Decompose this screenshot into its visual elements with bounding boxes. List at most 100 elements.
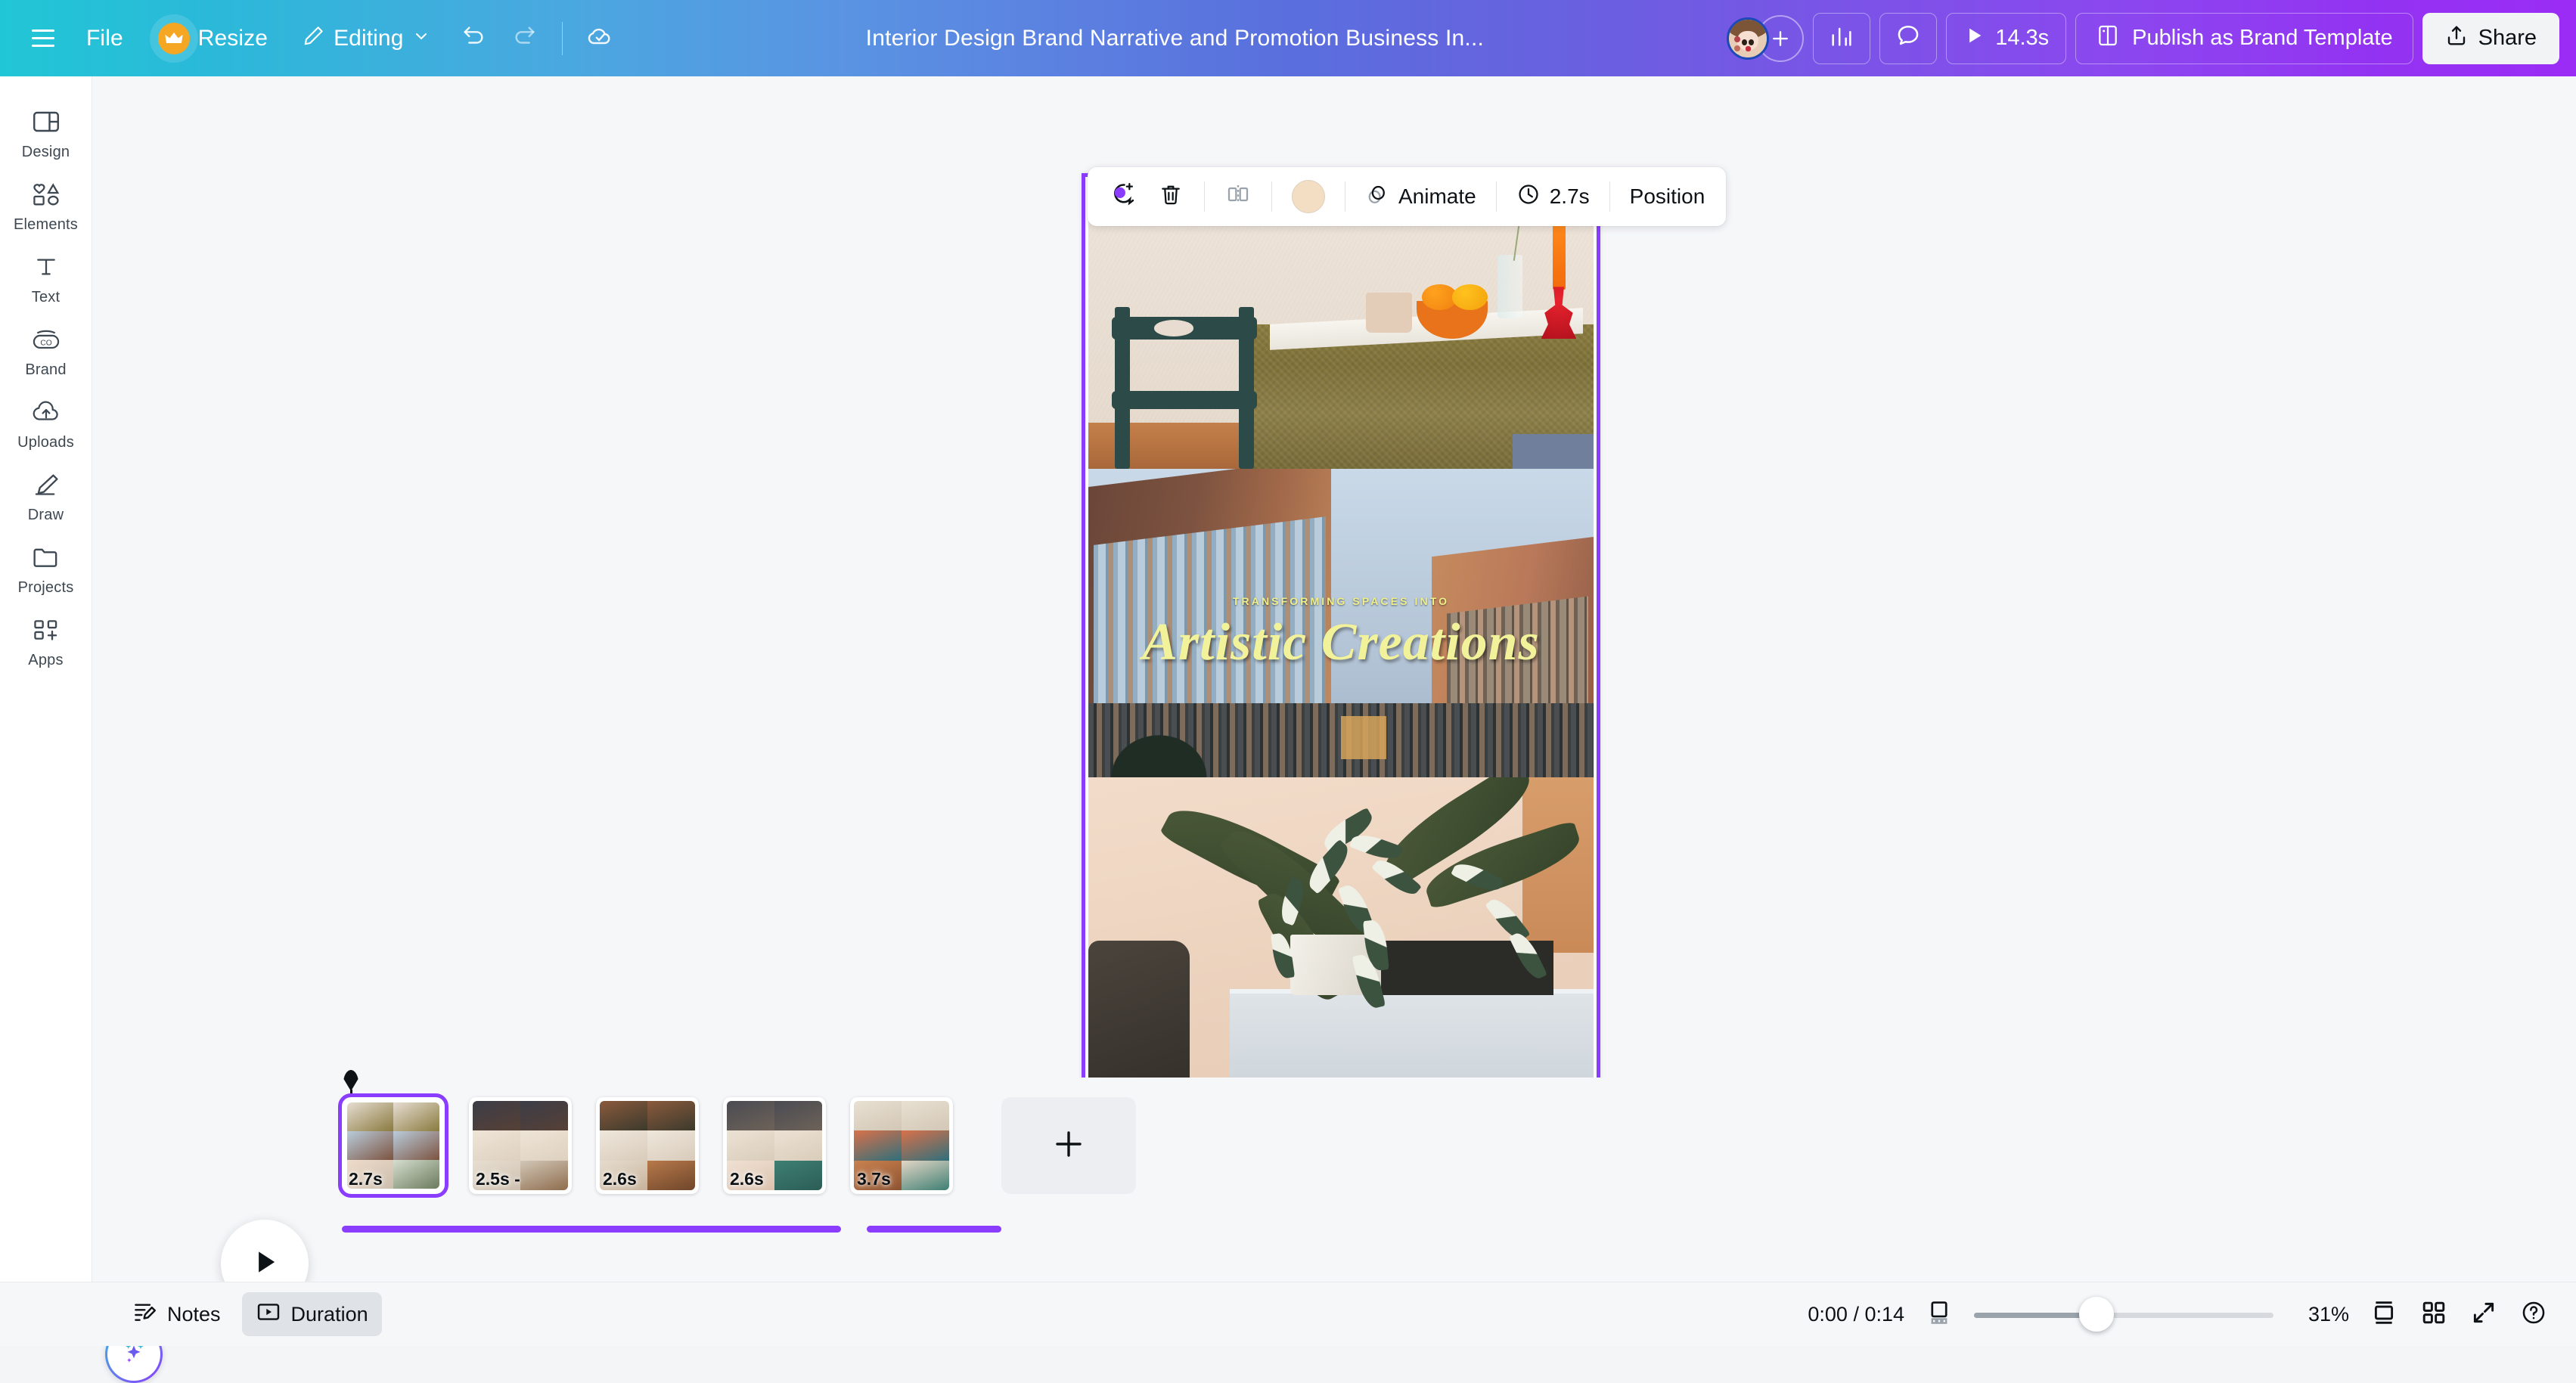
notes-label: Notes: [167, 1303, 221, 1326]
left-sidebar: Design Elements Text CO Brand: [0, 76, 92, 1346]
canvas-image-building-facade[interactable]: TRANSFORMING SPACES INTO Artistic Creati…: [1088, 469, 1594, 777]
zoom-slider[interactable]: [1974, 1304, 2273, 1324]
duration-icon: [256, 1301, 281, 1329]
audio-clip[interactable]: [867, 1226, 1001, 1233]
apps-grid-plus-icon: [29, 615, 63, 645]
canvas-page[interactable]: TRANSFORMING SPACES INTO Artistic Creati…: [1082, 173, 1600, 1087]
animate-icon: [1365, 182, 1389, 212]
scene-duration-label: 2.6s: [730, 1169, 764, 1189]
chevron-down-icon: [412, 26, 430, 51]
saved-status-button[interactable]: [576, 15, 623, 62]
sidebar-item-elements[interactable]: Elements: [3, 169, 89, 241]
sidebar-item-design[interactable]: Design: [3, 96, 89, 169]
insights-button[interactable]: [1813, 13, 1870, 64]
scene-duration-label: 2.7s: [349, 1169, 383, 1189]
header-center-group: Interior Design Brand Narrative and Prom…: [623, 17, 1727, 60]
undo-button[interactable]: [450, 15, 497, 62]
draw-pen-icon: [303, 24, 325, 53]
share-label: Share: [2478, 26, 2537, 51]
color-picker-button[interactable]: [1283, 174, 1334, 219]
redo-icon: [512, 23, 538, 53]
timeline-scene[interactable]: 2.6s: [596, 1097, 699, 1194]
audio-clip[interactable]: [342, 1226, 841, 1233]
sidebar-item-label: Brand: [25, 361, 66, 379]
clock-icon: [1516, 182, 1541, 212]
timeline-scene[interactable]: 2.6s: [723, 1097, 826, 1194]
bar-chart-icon: [1829, 23, 1854, 53]
playback-time: 0:00 / 0:14: [1808, 1303, 1904, 1326]
file-menu-button[interactable]: File: [71, 15, 138, 62]
comment-button[interactable]: [1879, 13, 1937, 64]
fullscreen-button[interactable]: [2469, 1300, 2499, 1329]
zoom-level-label: 31%: [2293, 1303, 2349, 1326]
bottom-bar: Notes Duration 0:00 / 0:14 31%: [0, 1282, 2576, 1346]
editing-mode-button[interactable]: Editing: [287, 15, 445, 62]
sidebar-item-label: Projects: [18, 579, 74, 597]
magic-edit-button[interactable]: [1100, 174, 1145, 219]
position-button[interactable]: Position: [1621, 174, 1715, 219]
play-icon: [249, 1246, 281, 1282]
sidebar-item-projects[interactable]: Projects: [3, 532, 89, 604]
duration-button[interactable]: Duration: [242, 1292, 382, 1336]
playhead-marker: [343, 1070, 358, 1091]
element-duration-button[interactable]: 2.7s: [1507, 174, 1599, 219]
toolbar-divider: [1496, 181, 1497, 212]
sidebar-item-label: Apps: [28, 652, 63, 669]
flip-icon: [1226, 182, 1250, 212]
add-page-button[interactable]: [1001, 1097, 1136, 1194]
animate-button[interactable]: Animate: [1356, 174, 1485, 219]
share-button[interactable]: Share: [2422, 13, 2559, 64]
sidebar-item-label: Draw: [28, 507, 64, 524]
hamburger-icon: [32, 29, 54, 47]
resize-button[interactable]: Resize: [143, 15, 283, 62]
magic-edit-icon: [1110, 181, 1135, 212]
timeline-scene[interactable]: 3.7s: [850, 1097, 953, 1194]
scene-duration-label: 2.6s: [603, 1169, 637, 1189]
timeline-scene[interactable]: 2.5s -: [469, 1097, 572, 1194]
design-icon: [29, 107, 63, 137]
duration-label: Duration: [291, 1303, 368, 1326]
position-label: Position: [1630, 185, 1705, 209]
comment-icon: [1895, 23, 1921, 53]
publish-brand-template-button[interactable]: Publish as Brand Template: [2075, 13, 2413, 64]
flip-button[interactable]: [1215, 174, 1261, 219]
play-icon: [1963, 25, 1985, 52]
top-header: File Resize Editing: [0, 0, 2576, 76]
help-icon: [2521, 1300, 2547, 1329]
uploads-cloud-icon: [29, 397, 63, 427]
help-button[interactable]: [2519, 1300, 2549, 1329]
element-toolbar: Animate 2.7s Position: [1088, 167, 1726, 226]
toolbar-divider: [1271, 181, 1272, 212]
file-menu-label: File: [86, 26, 123, 51]
sidebar-item-text[interactable]: Text: [3, 241, 89, 314]
notes-icon: [133, 1301, 157, 1329]
grid-view-button[interactable]: [2419, 1300, 2449, 1329]
sidebar-item-uploads[interactable]: Uploads: [3, 386, 89, 459]
share-upload-icon: [2445, 24, 2468, 53]
zoom-slider-handle[interactable]: [2079, 1297, 2114, 1332]
sidebar-item-draw[interactable]: Draw: [3, 459, 89, 532]
editor-workspace: Animate 2.7s Position: [92, 76, 2576, 1346]
sidebar-item-apps[interactable]: Apps: [3, 604, 89, 677]
projects-folder-icon: [29, 542, 63, 572]
avatar[interactable]: [1727, 17, 1769, 60]
fit-page-icon: [1927, 1300, 1951, 1329]
canvas-image-plant[interactable]: [1088, 777, 1594, 1080]
collaborators-group: [1727, 15, 1804, 62]
editing-label: Editing: [334, 26, 403, 51]
notes-button[interactable]: Notes: [119, 1292, 234, 1336]
single-page-view-button[interactable]: [2369, 1300, 2399, 1329]
fit-page-button[interactable]: [1924, 1300, 1954, 1329]
sidebar-item-label: Text: [32, 289, 60, 306]
hamburger-menu-button[interactable]: [20, 15, 67, 62]
timeline-scene[interactable]: 2.7s: [342, 1097, 445, 1194]
sidebar-item-brand[interactable]: CO Brand: [3, 314, 89, 386]
document-title[interactable]: Interior Design Brand Narrative and Prom…: [852, 17, 1497, 60]
delete-element-button[interactable]: [1148, 174, 1193, 219]
redo-button[interactable]: [501, 15, 548, 62]
timeline-playhead[interactable]: [343, 1070, 358, 1091]
preview-play-button[interactable]: 14.3s: [1946, 13, 2066, 64]
resize-label: Resize: [198, 26, 268, 51]
toolbar-divider: [1204, 181, 1205, 212]
crown-icon: [158, 23, 190, 54]
